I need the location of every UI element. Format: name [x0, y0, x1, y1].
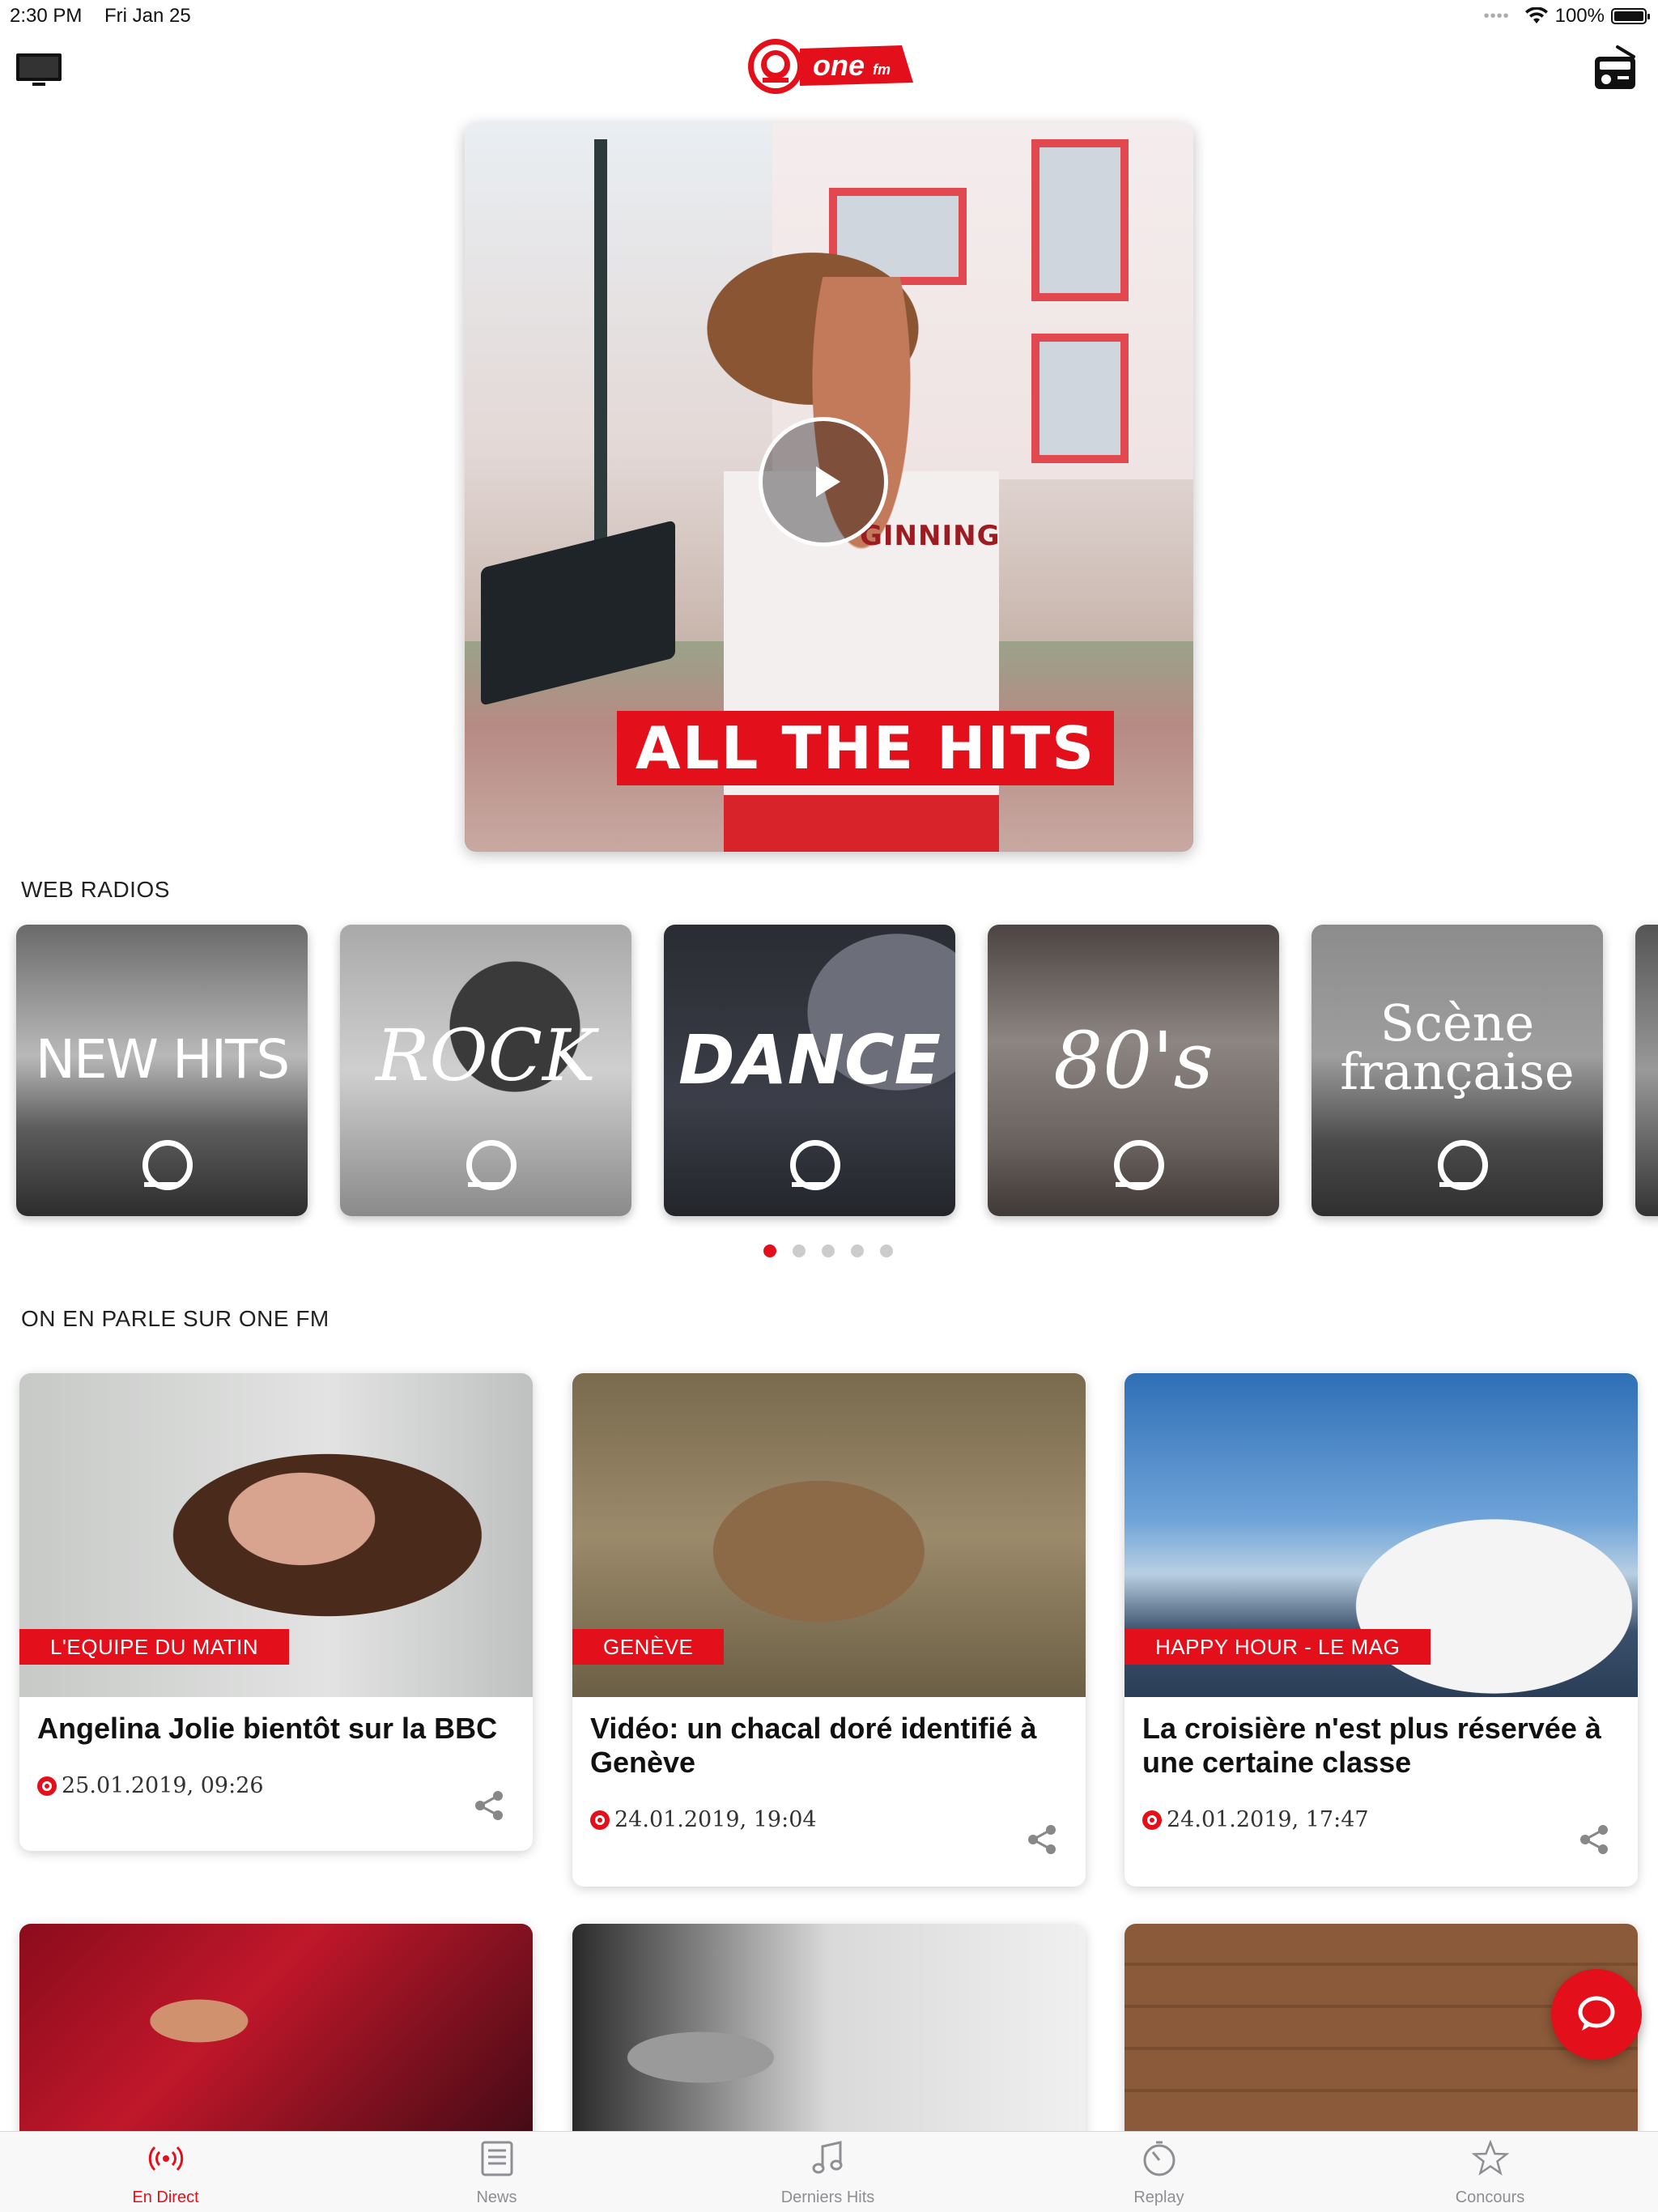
onefm-mark-icon	[1438, 1140, 1488, 1190]
star-icon	[1472, 2140, 1509, 2176]
web-radio-label: NEW HITS	[35, 1028, 291, 1091]
news-card-date: 24.01.2019, 17:47	[1167, 1807, 1369, 1832]
chat-button[interactable]	[1551, 1969, 1642, 2060]
news-card-date: 25.01.2019, 09:26	[62, 1773, 264, 1798]
web-radio-label: DANCE	[678, 1020, 942, 1100]
news-card-meta: 24.01.2019, 19:04	[590, 1807, 817, 1832]
status-bar: 2:30 PM Fri Jan 25 •••• 100%	[0, 0, 1658, 34]
tab-replay[interactable]: Replay	[993, 2132, 1324, 2212]
tab-label: Derniers Hits	[780, 2189, 875, 2206]
tab-label: En Direct	[132, 2189, 199, 2206]
music-note-icon	[812, 2141, 843, 2174]
tab-en-direct[interactable]: En Direct	[0, 2132, 331, 2212]
wifi-icon	[1524, 7, 1548, 23]
share-icon[interactable]	[1576, 1822, 1612, 1857]
news-card-image	[19, 1924, 533, 2167]
news-card-image	[572, 1924, 1086, 2167]
news-card-meta: 24.01.2019, 17:47	[1142, 1807, 1369, 1832]
onefm-mark-icon	[466, 1140, 517, 1190]
status-date: Fri Jan 25	[104, 5, 191, 27]
logo-text: one	[813, 49, 865, 82]
news-card[interactable]: GENÈVE Vidéo: un chacal doré identifié à…	[572, 1373, 1086, 1887]
news-card-tag: L'EQUIPE DU MATIN	[19, 1629, 290, 1665]
carousel-dot[interactable]	[851, 1244, 864, 1257]
web-radio-label: Scène française	[1340, 993, 1575, 1101]
web-radio-tile-dance[interactable]: DANCE	[664, 925, 955, 1216]
onefm-mark-icon	[142, 1140, 193, 1190]
play-icon[interactable]	[759, 417, 888, 547]
chat-bubble-icon	[1578, 1996, 1615, 2031]
carousel-dot[interactable]	[880, 1244, 893, 1257]
tab-bar: En Direct News Derniers Hits Replay Conc…	[0, 2131, 1658, 2212]
signal-icon: ••••	[1483, 6, 1510, 25]
tab-news[interactable]: News	[331, 2132, 662, 2212]
carousel-dot[interactable]	[822, 1244, 835, 1257]
carousel-page-indicator[interactable]	[0, 1244, 1658, 1257]
hero-live-card[interactable]: GINNING ALL THE HITS	[465, 123, 1193, 852]
carousel-dot[interactable]	[763, 1244, 776, 1257]
onefm-mark-icon	[790, 1140, 840, 1190]
status-indicators: •••• 100%	[1483, 5, 1650, 28]
live-dot-icon	[1142, 1810, 1162, 1830]
battery-percent: 100%	[1554, 5, 1605, 27]
web-radio-tile-next[interactable]	[1635, 925, 1658, 1216]
battery-icon	[1611, 8, 1650, 24]
news-card-headline[interactable]: La croisière n'est plus réservée à une c…	[1142, 1712, 1628, 1780]
news-card-tag: GENÈVE	[572, 1629, 725, 1665]
tab-derniers-hits[interactable]: Derniers Hits	[662, 2132, 993, 2212]
news-card-date: 24.01.2019, 19:04	[614, 1807, 817, 1832]
tab-concours[interactable]: Concours	[1324, 2132, 1656, 2212]
logo-suffix: fm	[873, 62, 891, 78]
live-dot-icon	[590, 1810, 610, 1830]
hero-banner: ALL THE HITS	[617, 711, 1114, 785]
web-radio-label: 80's	[1053, 1015, 1214, 1106]
stopwatch-icon	[1143, 2141, 1175, 2176]
news-card[interactable]	[19, 1924, 533, 2167]
live-dot-icon	[37, 1776, 57, 1796]
news-card[interactable]: L'EQUIPE DU MATIN Angelina Jolie bientôt…	[19, 1373, 533, 1851]
hero-shirt-text: GINNING	[860, 520, 1001, 552]
status-time: 2:30 PM	[10, 5, 83, 27]
news-card-meta: 25.01.2019, 09:26	[37, 1773, 264, 1798]
onefm-mark-icon	[1114, 1140, 1164, 1190]
web-radios-title: WEB RADIOS	[21, 877, 170, 902]
web-radio-label: ROCK	[376, 1014, 596, 1097]
tab-label: News	[476, 2189, 517, 2206]
carousel-dot[interactable]	[793, 1244, 806, 1257]
web-radio-tile-80s[interactable]: 80's	[988, 925, 1279, 1216]
share-icon[interactable]	[471, 1788, 507, 1823]
app-screen: 2:30 PM Fri Jan 25 •••• 100% one fm GINN…	[0, 0, 1658, 2212]
broadcast-icon	[148, 2146, 184, 2172]
news-card[interactable]: HAPPY HOUR - LE MAG La croisière n'est p…	[1124, 1373, 1638, 1887]
news-card[interactable]	[572, 1924, 1086, 2167]
newspaper-icon	[481, 2141, 513, 2176]
share-icon[interactable]	[1024, 1822, 1060, 1857]
onefm-logo: one fm	[743, 37, 915, 96]
news-card-headline[interactable]: Vidéo: un chacal doré identifié à Genève	[590, 1712, 1076, 1780]
tab-label: Replay	[1133, 2189, 1184, 2206]
news-section-title: ON EN PARLE SUR ONE FM	[21, 1306, 329, 1331]
news-card-headline[interactable]: Angelina Jolie bientôt sur la BBC	[37, 1712, 523, 1746]
news-card-tag: HAPPY HOUR - LE MAG	[1124, 1629, 1431, 1665]
radio-icon[interactable]	[1593, 45, 1637, 91]
web-radio-tile-rock[interactable]: ROCK	[340, 925, 631, 1216]
web-radio-tile-scene-francaise[interactable]: Scène française	[1312, 925, 1603, 1216]
tab-label: Concours	[1455, 2189, 1525, 2206]
web-radio-tile-new-hits[interactable]: NEW HITS	[16, 925, 308, 1216]
tv-icon[interactable]	[15, 52, 63, 87]
